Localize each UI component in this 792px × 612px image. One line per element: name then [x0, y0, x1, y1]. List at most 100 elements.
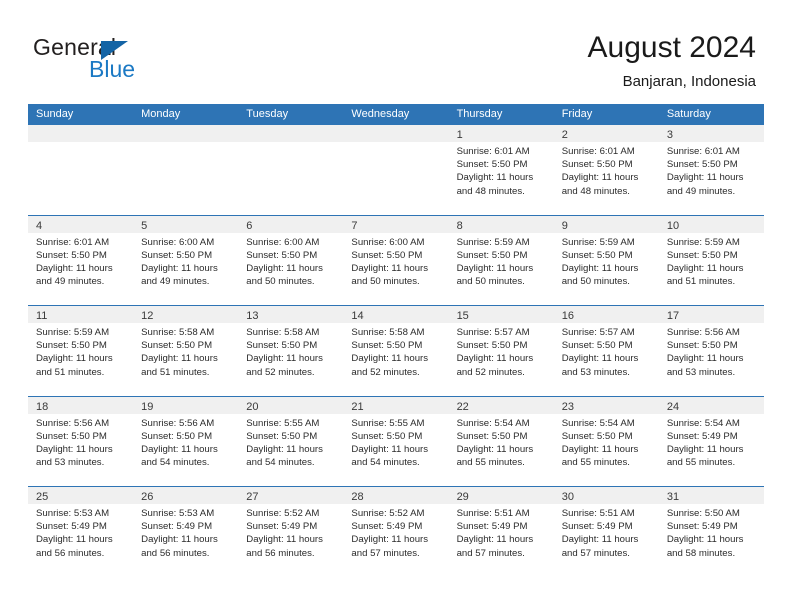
daylight-text-line1: Daylight: 11 hours: [666, 353, 744, 365]
sunrise-text: Sunrise: 5:54 AM: [561, 417, 635, 429]
page-header: General Blue August 2024 Banjaran, Indon…: [0, 0, 792, 104]
daylight-text-line2: and 56 minutes.: [246, 547, 315, 559]
day-details: Sunrise: 6:00 AM Sunset: 5:50 PM Daylight:…: [133, 233, 238, 289]
calendar-day-cell[interactable]: 6 Sunrise: 6:00 AM Sunset: 5:50 PM Daylight…: [238, 215, 344, 306]
daylight-text-line1: Daylight: 11 hours: [246, 353, 323, 365]
daylight-text-line2: and 54 minutes.: [351, 457, 420, 469]
sunset-text: Sunset: 5:50 PM: [351, 249, 423, 261]
sunrise-text: Sunrise: 5:59 AM: [36, 327, 110, 338]
calendar-day-cell[interactable]: 14 Sunrise: 5:58 AM Sunset: 5:50 PM Dayligh…: [343, 306, 449, 396]
day-number: 14: [351, 310, 364, 322]
sunrise-text: Sunrise: 5:57 AM: [456, 327, 530, 338]
calendar-day-cell[interactable]: 12 Sunrise: 5:58 AM Sunset: 5:50 PM Dayligh…: [133, 306, 239, 396]
calendar-day-cell[interactable]: 28 Sunrise: 5:52 AM Sunset: 5:49 PM Dayligh…: [343, 487, 449, 577]
day-details: Sunrise: 6:01 AM Sunset: 5:50 PM Daylight:…: [28, 233, 133, 289]
day-number: 7: [351, 219, 358, 232]
day-details: Sunrise: 6:01 AM Sunset: 5:50 PM Daylight:…: [554, 142, 659, 198]
sunset-text: Sunset: 5:49 PM: [141, 521, 213, 533]
day-number-band: 14: [343, 306, 449, 323]
sunrise-text: Sunrise: 5:52 AM: [246, 508, 320, 519]
day-number: 31: [666, 491, 680, 503]
calendar-day-cell[interactable]: 31 Sunrise: 5:50 AM Sunset: 5:49 PM Dayligh…: [658, 487, 764, 577]
daylight-text-line2: and 57 minutes.: [351, 547, 420, 559]
sunrise-text: Sunrise: 5:51 AM: [561, 508, 635, 519]
sunrise-text: Sunrise: 6:01 AM: [36, 236, 110, 248]
calendar-day-cell[interactable]: 15 Sunrise: 5:57 AM Sunset: 5:50 PM Dayligh…: [448, 306, 554, 396]
day-details: Sunrise: 5:59 AM Sunset: 5:50 PM Daylight:…: [554, 233, 659, 289]
calendar-day-cell[interactable]: 29 Sunrise: 5:51 AM Sunset: 5:49 PM Dayligh…: [448, 487, 554, 577]
brand-name-blue: Blue: [89, 56, 136, 82]
day-number-band: 13: [238, 306, 344, 323]
daylight-text-line2: and 51 minutes.: [666, 276, 736, 288]
sunset-text: Sunset: 5:50 PM: [561, 430, 633, 442]
sunset-text: Sunset: 5:50 PM: [36, 249, 107, 261]
calendar-day-cell[interactable]: 19 Sunrise: 5:56 AM Sunset: 5:50 PM Dayligh…: [133, 396, 239, 487]
calendar-day-cell[interactable]: 27 Sunrise: 5:52 AM Sunset: 5:49 PM Dayligh…: [238, 487, 344, 577]
day-number-band: 16: [553, 306, 659, 323]
calendar-day-cell[interactable]: 16 Sunrise: 5:57 AM Sunset: 5:50 PM Dayligh…: [553, 306, 659, 396]
calendar-day-cell[interactable]: 25 Sunrise: 5:53 AM Sunset: 5:49 PM Dayligh…: [28, 487, 134, 577]
sunset-text: Sunset: 5:50 PM: [141, 430, 213, 442]
daylight-text-line2: and 49 minutes.: [36, 276, 105, 288]
calendar-weeks: 1 Sunrise: 6:01 AM Sunset: 5:50 PM Daylight…: [28, 125, 764, 577]
day-number-band: 7: [343, 215, 449, 233]
day-number: 2: [561, 129, 568, 141]
calendar-day-cell[interactable]: 20 Sunrise: 5:55 AM Sunset: 5:50 PM Dayligh…: [238, 396, 344, 487]
day-number: 6: [246, 219, 253, 232]
calendar-day-cell[interactable]: 13 Sunrise: 5:58 AM Sunset: 5:50 PM Dayligh…: [238, 306, 344, 396]
calendar-day-cell[interactable]: 10 Sunrise: 5:59 AM Sunset: 5:50 PM Dayligh…: [658, 215, 764, 306]
day-number-band: 22: [448, 396, 554, 414]
calendar-week-row: 1 Sunrise: 6:01 AM Sunset: 5:50 PM Daylight…: [28, 125, 764, 215]
weekday-friday: Friday: [561, 108, 593, 120]
calendar-day-cell[interactable]: 26 Sunrise: 5:53 AM Sunset: 5:49 PM Dayligh…: [133, 487, 239, 577]
day-number: 10: [666, 219, 680, 232]
calendar-day-cell[interactable]: 17 Sunrise: 5:56 AM Sunset: 5:50 PM Dayligh…: [658, 306, 764, 396]
calendar-day-cell[interactable]: 3 Sunrise: 6:01 AM Sunset: 5:50 PM Daylight…: [658, 125, 764, 215]
day-number: 3: [666, 129, 673, 141]
calendar-day-cell[interactable]: 5 Sunrise: 6:00 AM Sunset: 5:50 PM Daylight…: [133, 215, 239, 306]
calendar-day-cell[interactable]: 23 Sunrise: 5:54 AM Sunset: 5:50 PM Dayligh…: [553, 396, 659, 487]
daylight-text-line1: Daylight: 11 hours: [246, 262, 323, 274]
daylight-text-line2: and 56 minutes.: [36, 547, 105, 559]
day-number: 13: [246, 310, 259, 322]
calendar-day-cell[interactable]: 21 Sunrise: 5:55 AM Sunset: 5:50 PM Dayligh…: [343, 396, 449, 487]
sunset-text: Sunset: 5:50 PM: [561, 159, 633, 171]
calendar-day-cell[interactable]: 11 Sunrise: 5:59 AM Sunset: 5:50 PM Dayligh…: [28, 306, 134, 396]
day-number: 22: [456, 400, 469, 413]
calendar-day-cell[interactable]: 7 Sunrise: 6:00 AM Sunset: 5:50 PM Daylight…: [343, 215, 449, 306]
daylight-text-line2: and 54 minutes.: [141, 457, 210, 469]
daylight-text-line2: and 58 minutes.: [666, 547, 736, 559]
sunrise-text: Sunrise: 5:54 AM: [456, 417, 530, 429]
daylight-text-line2: and 52 minutes.: [456, 366, 525, 378]
calendar-day-cell[interactable]: 8 Sunrise: 5:59 AM Sunset: 5:50 PM Daylight…: [448, 215, 554, 306]
daylight-text-line1: Daylight: 11 hours: [36, 534, 113, 546]
calendar-day-cell[interactable]: 18 Sunrise: 5:56 AM Sunset: 5:50 PM Dayligh…: [28, 396, 134, 487]
sunset-text: Sunset: 5:50 PM: [666, 340, 738, 352]
day-number: 11: [36, 310, 48, 322]
calendar-day-cell[interactable]: 30 Sunrise: 5:51 AM Sunset: 5:49 PM Dayligh…: [553, 487, 659, 577]
day-details: Sunrise: 6:00 AM Sunset: 5:50 PM Daylight:…: [343, 233, 448, 289]
sunset-text: Sunset: 5:50 PM: [351, 340, 423, 352]
daylight-text-line1: Daylight: 11 hours: [246, 534, 323, 546]
sunrise-text: Sunrise: 6:01 AM: [561, 146, 635, 157]
calendar-week-row: 4 Sunrise: 6:01 AM Sunset: 5:50 PM Daylight…: [28, 214, 764, 306]
sunset-text: Sunset: 5:50 PM: [666, 159, 738, 171]
calendar-day-cell[interactable]: 22 Sunrise: 5:54 AM Sunset: 5:50 PM Dayligh…: [448, 396, 554, 487]
sunrise-text: Sunrise: 6:01 AM: [456, 146, 530, 157]
calendar-day-cell[interactable]: 9 Sunrise: 5:59 AM Sunset: 5:50 PM Daylight…: [553, 215, 659, 306]
day-number-band: 25: [28, 487, 134, 504]
calendar-day-cell[interactable]: 1 Sunrise: 6:01 AM Sunset: 5:50 PM Daylight…: [448, 125, 554, 215]
day-number: 20: [246, 400, 259, 413]
day-number: 25: [36, 491, 49, 503]
sunset-text: Sunset: 5:50 PM: [666, 249, 738, 261]
daylight-text-line2: and 49 minutes.: [141, 276, 210, 288]
calendar-day-cell[interactable]: 24 Sunrise: 5:54 AM Sunset: 5:49 PM Dayligh…: [658, 396, 764, 487]
calendar-day-cell[interactable]: 4 Sunrise: 6:01 AM Sunset: 5:50 PM Daylight…: [28, 215, 134, 306]
sunset-text: Sunset: 5:50 PM: [141, 249, 213, 261]
weekday-monday: Monday: [141, 108, 181, 120]
daylight-text-line2: and 50 minutes.: [351, 276, 420, 288]
brand-logo[interactable]: General Blue: [33, 36, 193, 86]
day-number-band: 24: [658, 396, 764, 414]
sunrise-text: Sunrise: 5:54 AM: [666, 417, 740, 429]
calendar-day-cell[interactable]: 2 Sunrise: 6:01 AM Sunset: 5:50 PM Daylight…: [553, 125, 659, 215]
